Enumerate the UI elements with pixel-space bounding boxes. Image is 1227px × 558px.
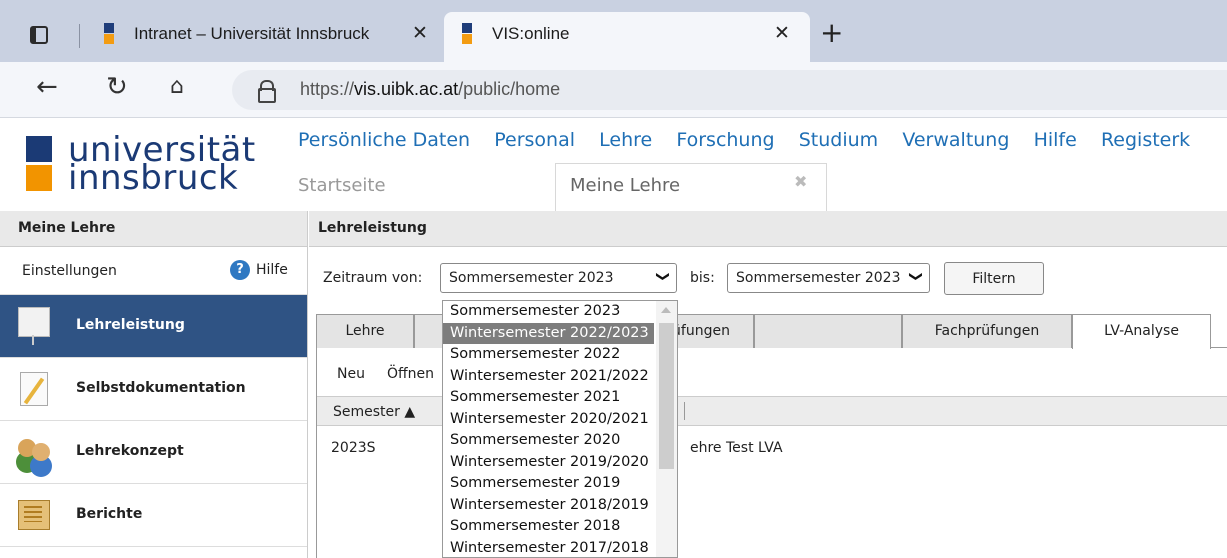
scrollbar-thumb[interactable]	[659, 323, 674, 469]
address-bar: ← ↻ ⌂ https://vis.uibk.ac.at/public/home	[0, 62, 1227, 118]
sidebar-item-berichte[interactable]: Berichte	[0, 484, 307, 547]
dropdown-option[interactable]: Sommersemester 2018	[443, 516, 677, 538]
sidebar-item-label: Lehrekonzept	[76, 443, 184, 459]
dropdown-option[interactable]: Sommersemester 2021	[443, 387, 677, 409]
url-scheme: https://	[300, 79, 355, 99]
sidebar-item-lehreleistung[interactable]: Lehreleistung	[0, 295, 307, 358]
filter-button[interactable]: Filtern	[944, 262, 1044, 295]
nav-persoenliche-daten[interactable]: Persönliche Daten	[298, 129, 470, 151]
settings-link[interactable]: Einstellungen	[22, 263, 117, 279]
sidebar: Meine Lehre Einstellungen ? Hilfe Lehrel…	[0, 211, 308, 558]
dropdown-option[interactable]: Wintersemester 2017/2018	[443, 538, 677, 558]
dropdown-option[interactable]: Wintersemester 2021/2022	[443, 366, 677, 388]
dropdown-option-highlighted[interactable]: Wintersemester 2022/2023	[443, 322, 654, 344]
url-field[interactable]: https://vis.uibk.ac.at/public/home	[232, 70, 1227, 110]
dropdown-option[interactable]: Sommersemester 2020	[443, 430, 677, 452]
page-header: universität innsbruck Persönliche Daten …	[0, 119, 1227, 211]
tab-fachpruefungen[interactable]: Fachprüfungen	[902, 314, 1072, 348]
tab-lv-analyse[interactable]: LV-Analyse	[1072, 314, 1211, 349]
tab-spacer	[754, 314, 902, 348]
dropdown-option[interactable]: Wintersemester 2018/2019	[443, 495, 677, 517]
lock-icon[interactable]	[258, 80, 276, 103]
logo-blue-square	[26, 136, 52, 162]
sidebar-item-label: Selbstdokumentation	[76, 380, 246, 396]
home-icon[interactable]: ⌂	[170, 74, 184, 99]
dropdown-option[interactable]: Sommersemester 2023	[443, 301, 677, 323]
page-title: Lehreleistung	[309, 211, 1227, 247]
sidebar-settings-row: Einstellungen ? Hilfe	[0, 247, 307, 295]
tab-startseite[interactable]: Startseite	[298, 175, 386, 196]
dropdown-scrollbar[interactable]	[656, 301, 677, 557]
tab-actions-icon[interactable]	[30, 26, 48, 44]
reload-icon[interactable]: ↻	[106, 72, 128, 102]
close-icon[interactable]: ✕	[774, 22, 790, 44]
nav-registerkarte[interactable]: Registerk	[1101, 129, 1190, 151]
tab-separator	[79, 24, 80, 48]
von-select-value: Sommersemester 2023	[449, 270, 614, 286]
help-link[interactable]: Hilfe	[256, 262, 288, 278]
open-button[interactable]: Öffnen	[387, 366, 434, 382]
tab-title: Intranet – Universität Innsbruck	[134, 24, 370, 43]
dropdown-option[interactable]: Wintersemester 2019/2020	[443, 452, 677, 474]
new-button[interactable]: Neu	[337, 366, 365, 382]
dropdown-option[interactable]: Sommersemester 2019	[443, 473, 677, 495]
column-header-semester[interactable]: Semester ▲	[333, 404, 415, 420]
nav-hilfe[interactable]: Hilfe	[1034, 129, 1077, 151]
column-divider	[684, 402, 685, 420]
tab-meine-lehre[interactable]: Meine Lehre ✖	[555, 163, 827, 211]
tab-lehre[interactable]: Lehre	[316, 314, 414, 348]
zeitraum-label: Zeitraum von:	[323, 270, 423, 286]
help-icon[interactable]: ?	[230, 260, 250, 280]
new-tab-icon[interactable]: +	[820, 16, 843, 49]
tab-meine-lehre-label: Meine Lehre	[570, 175, 681, 196]
nav-verwaltung[interactable]: Verwaltung	[902, 129, 1009, 151]
table-cell-semester[interactable]: 2023S	[331, 440, 376, 456]
logo-line2: innsbruck	[68, 158, 239, 198]
url-path: /public/home	[458, 79, 561, 99]
close-icon[interactable]: ✖	[794, 172, 807, 191]
sidebar-item-label: Lehreleistung	[76, 317, 185, 333]
main-navigation: Persönliche Daten Personal Lehre Forschu…	[298, 129, 1210, 151]
bis-select-value: Sommersemester 2023	[736, 270, 901, 286]
url-text[interactable]: https://vis.uibk.ac.at/public/home	[300, 79, 560, 100]
sidebar-item-selbstdokumentation[interactable]: Selbstdokumentation	[0, 358, 307, 421]
bis-select[interactable]: Sommersemester 2023 ❯	[727, 263, 930, 293]
chevron-down-icon: ❯	[908, 271, 924, 282]
tab-title: VIS:online	[492, 24, 570, 43]
back-icon[interactable]: ←	[36, 72, 58, 102]
sidebar-item-lehrekonzept[interactable]: Lehrekonzept	[0, 421, 307, 484]
uibk-favicon-icon	[104, 23, 114, 45]
logo-orange-square	[26, 165, 52, 191]
table-cell-title[interactable]: ehre Test LVA	[690, 440, 783, 456]
document-pen-icon	[16, 370, 52, 408]
university-logo[interactable]: universität innsbruck	[18, 133, 278, 199]
uibk-favicon-icon	[462, 23, 472, 45]
people-icon	[16, 433, 52, 471]
nav-personal[interactable]: Personal	[494, 129, 575, 151]
nav-forschung[interactable]: Forschung	[676, 129, 774, 151]
sidebar-title: Meine Lehre	[0, 211, 307, 247]
report-icon	[16, 496, 52, 534]
dropdown-option[interactable]: Sommersemester 2022	[443, 344, 677, 366]
dropdown-option[interactable]: Wintersemester 2020/2021	[443, 409, 677, 431]
chevron-down-icon: ❯	[655, 271, 671, 282]
url-host: vis.uibk.ac.at	[354, 79, 459, 99]
filter-bar: Zeitraum von: Sommersemester 2023 ❯ bis:…	[309, 248, 1227, 302]
nav-studium[interactable]: Studium	[799, 129, 878, 151]
bis-label: bis:	[690, 270, 715, 286]
whiteboard-icon	[16, 307, 52, 345]
semester-dropdown-list: Sommersemester 2023 Wintersemester 2022/…	[442, 300, 678, 558]
sidebar-item-label: Berichte	[76, 506, 143, 522]
close-icon[interactable]: ✕	[412, 22, 428, 44]
browser-tab-visonline[interactable]: VIS:online ✕	[444, 12, 810, 62]
von-select[interactable]: Sommersemester 2023 ❯	[440, 263, 677, 293]
nav-lehre[interactable]: Lehre	[599, 129, 652, 151]
browser-tab-bar: Intranet – Universität Innsbruck ✕ VIS:o…	[0, 0, 1227, 62]
browser-tab-intranet[interactable]: Intranet – Universität Innsbruck ✕	[86, 12, 439, 62]
scroll-up-icon[interactable]	[661, 307, 671, 313]
